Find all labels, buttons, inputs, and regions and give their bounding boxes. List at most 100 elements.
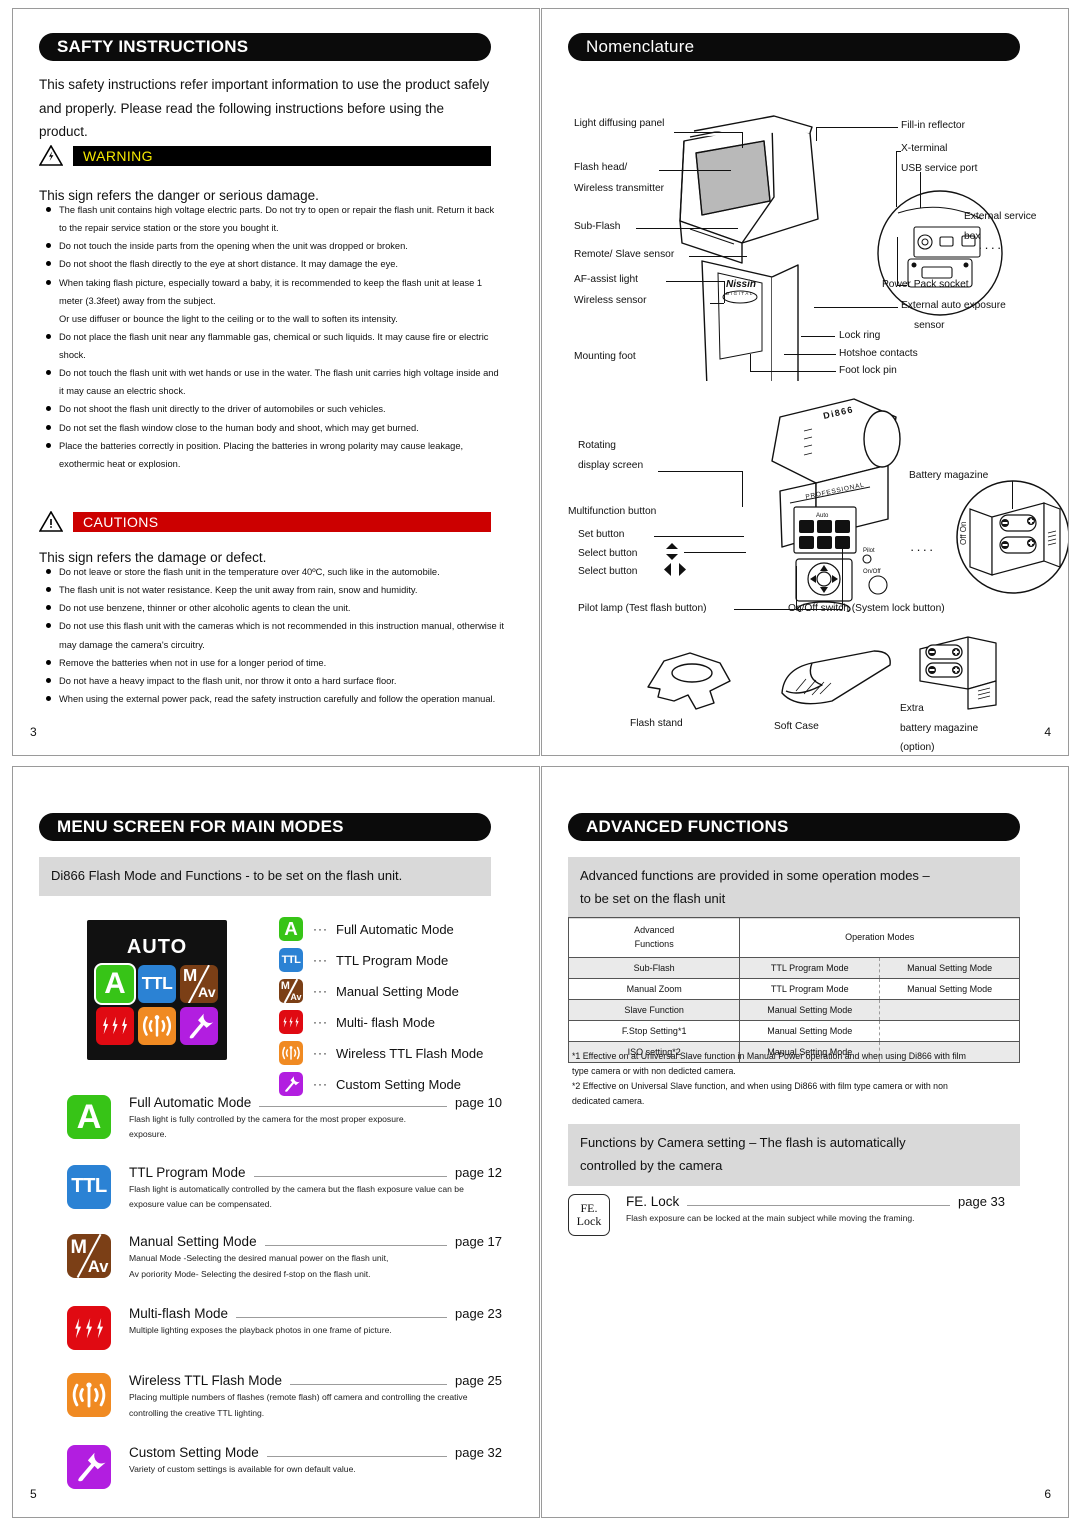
mode-legend-list: A ··· Full Automatic Mode TTL ··· TTL Program… bbox=[279, 917, 519, 1103]
advanced-banner-line2: to be set on the flash unit bbox=[580, 890, 726, 906]
label-pilot-lamp: Pilot lamp (Test flash button) bbox=[578, 603, 707, 614]
camera-setting-line2: controlled by the camera bbox=[580, 1157, 723, 1173]
mode-detail-row: Multi-flash Mode page 23 Multiple lighting… bbox=[67, 1306, 517, 1351]
mode-ttl-icon[interactable]: TTL bbox=[67, 1164, 111, 1209]
fe-lock-desc: Flash exposure can be locked at the main… bbox=[626, 1213, 915, 1223]
advanced-banner: Advanced functions are provided in some … bbox=[568, 857, 1020, 919]
bullet-continuation: may damage the camera's circuitry. bbox=[59, 639, 205, 650]
page-title-nomenclature: Nomenclature bbox=[568, 33, 1020, 61]
mode-wireless-icon[interactable] bbox=[279, 1041, 303, 1065]
mode-page-ref[interactable]: page 17 bbox=[455, 1234, 517, 1249]
bullet-item: Do not shoot the flash unit directly to … bbox=[45, 400, 505, 418]
extra-battery-magazine-illustration bbox=[919, 636, 997, 710]
bullet-item: Do not leave or store the flash unit in … bbox=[45, 563, 505, 581]
label-extra: Extra bbox=[900, 703, 924, 714]
label-external-service-box: box bbox=[964, 231, 981, 242]
screen-auto-label: AUTO bbox=[126, 935, 188, 958]
page-6: ADVANCED FUNCTIONS Advanced functions ar… bbox=[541, 766, 1069, 1518]
leader-line bbox=[659, 170, 731, 171]
label-select-button-leftright: Select button bbox=[578, 566, 638, 577]
mode-description-line: exposure value can be compensated. bbox=[129, 1198, 272, 1209]
table-row: Slave Function Manual Setting Mode bbox=[567, 998, 1020, 1021]
warning-bullet-list: The flash unit contains high voltage ele… bbox=[45, 201, 505, 473]
label-mounting-foot: Mounting foot bbox=[574, 351, 636, 362]
mode-a-icon[interactable]: A bbox=[96, 964, 134, 1003]
mode-multi-icon[interactable] bbox=[96, 1006, 134, 1045]
mode-wireless-icon[interactable] bbox=[67, 1373, 111, 1418]
fe-lock-row: FE. Lock FE. Lock page 33 Flash exposure… bbox=[568, 1194, 1020, 1236]
mode-rule bbox=[259, 1106, 447, 1107]
mode-multi-icon[interactable] bbox=[67, 1306, 111, 1351]
bullet-item: Do not have a heavy impact to the flash … bbox=[45, 672, 505, 690]
leader-line bbox=[742, 132, 743, 148]
legend-dots: ··· bbox=[313, 984, 328, 998]
mode-custom-icon[interactable] bbox=[180, 1006, 218, 1045]
bullet-item: Do not place the flash unit near any fla… bbox=[45, 328, 505, 346]
leader-line bbox=[920, 172, 921, 208]
label-light-diffusing-panel: Light diffusing panel bbox=[574, 118, 665, 129]
table-cell-mode-a: Manual Setting Mode bbox=[739, 998, 881, 1021]
label-af-assist-light: AF-assist light bbox=[574, 274, 638, 285]
camera-setting-banner: Functions by Camera setting – The flash … bbox=[568, 1124, 1020, 1186]
bullet-item: Do not touch the inside parts from the o… bbox=[45, 237, 505, 255]
label-wireless-sensor: Wireless sensor bbox=[574, 295, 647, 306]
mode-page-ref[interactable]: page 12 bbox=[455, 1165, 517, 1180]
mode-page-ref[interactable]: page 23 bbox=[455, 1306, 517, 1321]
bullet-continuation: it may cause an electric shock. bbox=[59, 386, 186, 397]
leader-line bbox=[897, 237, 898, 285]
mode-manual-icon[interactable]: M Av bbox=[67, 1234, 111, 1279]
table-cell-mode-b: Manual Setting Mode bbox=[879, 956, 1020, 979]
screen-mode-grid[interactable]: A TTL M Av bbox=[96, 964, 218, 1045]
battery-magazine-illustration: Off On bbox=[956, 480, 1068, 594]
mode-a-icon[interactable]: A bbox=[279, 917, 303, 941]
page-number-3: 3 bbox=[30, 725, 37, 739]
mode-page-ref[interactable]: page 10 bbox=[455, 1095, 517, 1110]
bullet-item: Do not touch the flash unit with wet han… bbox=[45, 364, 505, 382]
label-external-auto-exposure-sensor: sensor bbox=[914, 320, 945, 331]
bullet-item: When taking flash picture, especially to… bbox=[45, 274, 505, 292]
footnote-line: dedicated camera. bbox=[572, 1095, 645, 1106]
bullet-item: Remove the batteries when not in use for… bbox=[45, 654, 505, 672]
mode-rule bbox=[266, 1456, 447, 1458]
mode-page-ref[interactable]: page 25 bbox=[455, 1373, 517, 1388]
legend-row: TTL ··· TTL Program Mode bbox=[279, 948, 519, 972]
mode-wireless-icon[interactable] bbox=[138, 1006, 176, 1045]
page-number-4: 4 bbox=[1044, 725, 1051, 739]
advanced-banner-line1: Advanced functions are provided in some … bbox=[580, 868, 930, 883]
legend-row: ··· Wireless TTL Flash Mode bbox=[279, 1041, 519, 1065]
svg-text:Pilot: Pilot bbox=[863, 548, 875, 554]
leader-line bbox=[896, 151, 897, 207]
table-header-operation-modes: Operation Modes bbox=[739, 917, 1020, 958]
label-rotating: Rotating bbox=[578, 440, 616, 451]
advanced-functions-table: Advanced Functions Operation Modes Sub-F… bbox=[567, 917, 1020, 1063]
label-power-pack-socket: Power Pack socket bbox=[882, 279, 969, 290]
label-extra-battery-magazine: battery magazine bbox=[900, 723, 979, 734]
soft-case-illustration bbox=[781, 650, 891, 705]
label-hotshoe-contacts: Hotshoe contacts bbox=[839, 348, 918, 359]
leader-line bbox=[796, 566, 797, 610]
table-cell-function: Slave Function bbox=[567, 998, 741, 1021]
callout-dots-upper: ···· bbox=[978, 240, 1004, 255]
label-set-button: Set button bbox=[578, 529, 625, 540]
mode-title: Custom Setting Mode bbox=[129, 1445, 259, 1461]
mode-multi-icon[interactable] bbox=[279, 1010, 303, 1034]
mode-detail-row: M Av Manual Setting Mode page 17 Manual Mode… bbox=[67, 1234, 517, 1283]
mode-manual-icon[interactable]: M Av bbox=[180, 964, 218, 1003]
mode-ttl-icon[interactable]: TTL bbox=[138, 964, 176, 1003]
legend-row: ··· Custom Setting Mode bbox=[279, 1072, 519, 1096]
mode-rule bbox=[253, 1175, 447, 1177]
label-fill-in-reflector: Fill-in reflector bbox=[901, 120, 965, 131]
table-cell-function: F.Stop Setting*1 bbox=[567, 1019, 741, 1042]
leader-line bbox=[710, 303, 724, 304]
mode-custom-icon[interactable] bbox=[279, 1072, 303, 1096]
mode-custom-icon[interactable] bbox=[67, 1445, 111, 1490]
mode-a-icon[interactable]: A bbox=[67, 1095, 111, 1139]
leader-line bbox=[750, 354, 751, 372]
mode-ttl-icon[interactable]: TTL bbox=[279, 948, 303, 972]
mode-manual-icon[interactable]: M Av bbox=[279, 979, 303, 1003]
mode-page-ref[interactable]: page 32 bbox=[455, 1445, 517, 1460]
mode-description-line: Flash light is automatically controlled … bbox=[129, 1183, 464, 1194]
bullet-item: Do not set the flash window close to the… bbox=[45, 419, 505, 437]
leader-line bbox=[897, 285, 907, 286]
label-flash-head: Flash head/ bbox=[574, 162, 628, 173]
